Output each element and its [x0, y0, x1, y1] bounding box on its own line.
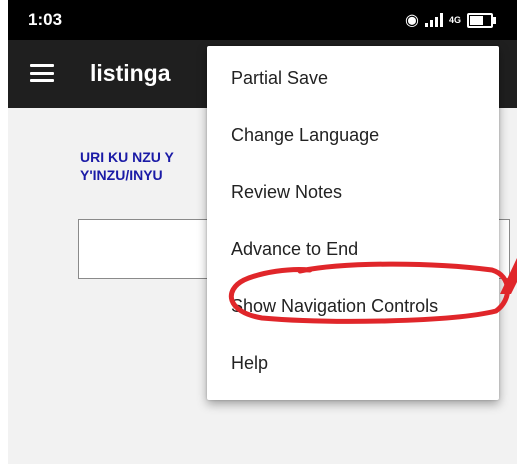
app-title: listinga — [90, 60, 171, 86]
signal-icon — [424, 13, 443, 27]
network-type: 4G — [448, 14, 461, 25]
status-icons: ◉ 4G — [405, 10, 496, 30]
menu-item-review-notes[interactable]: Review Notes — [207, 164, 499, 221]
status-time: 1:03 — [28, 10, 63, 29]
hotspot-icon: ◉ — [405, 12, 419, 29]
menu-item-partial-save[interactable]: Partial Save — [207, 50, 499, 107]
menu-item-help[interactable]: Help — [207, 335, 499, 392]
menu-item-change-language[interactable]: Change Language — [207, 107, 499, 164]
menu-item-show-navigation-controls[interactable]: Show Navigation Controls — [207, 278, 499, 335]
menu-item-advance-to-end[interactable]: Advance to End — [207, 221, 499, 278]
hamburger-menu-icon[interactable] — [30, 64, 54, 82]
status-bar: 1:03 ◉ 4G — [8, 0, 517, 40]
battery-icon — [467, 12, 496, 28]
overflow-menu: Partial Save Change Language Review Note… — [207, 46, 499, 400]
